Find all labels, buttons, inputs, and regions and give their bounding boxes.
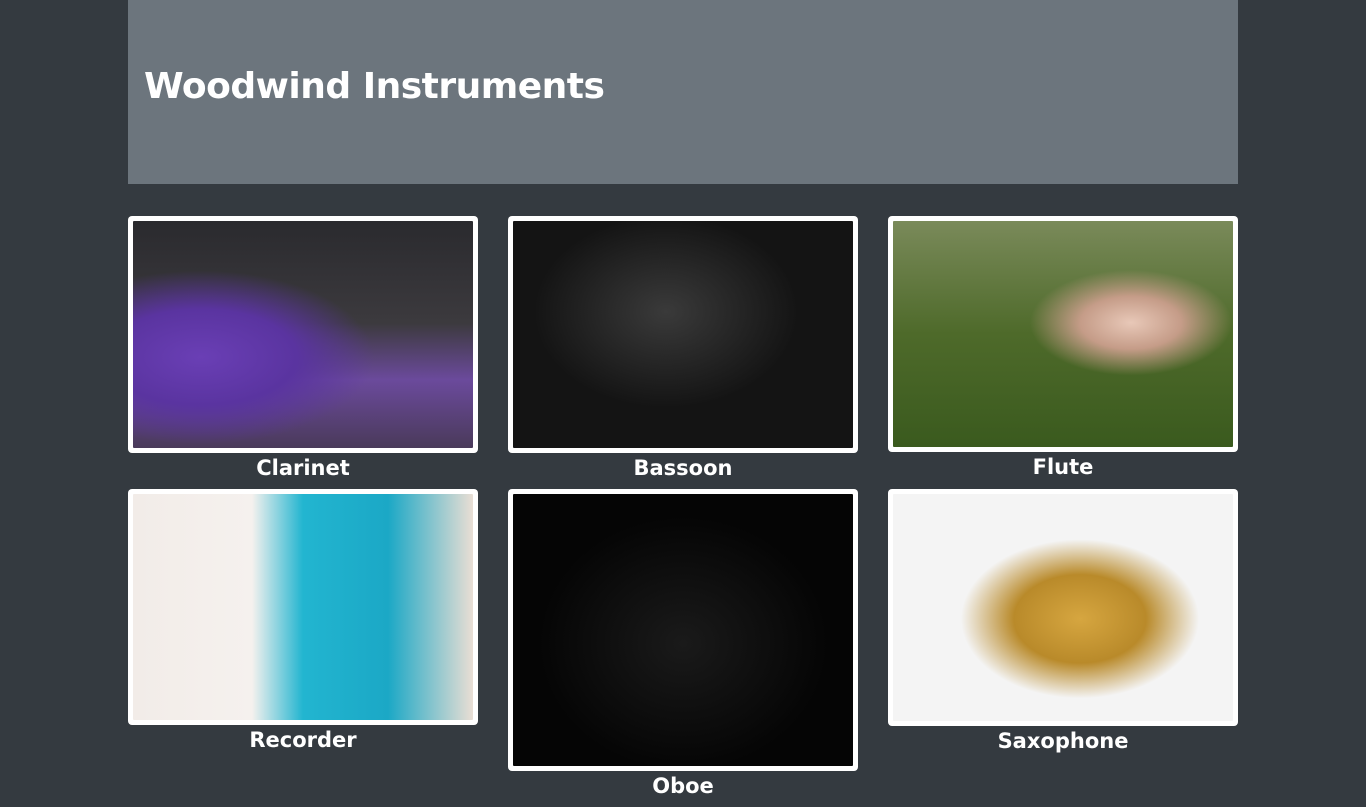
instrument-caption: Saxophone: [997, 729, 1129, 753]
page-title: Woodwind Instruments: [144, 66, 605, 107]
page-header: Woodwind Instruments: [128, 0, 1238, 184]
image-frame: [128, 216, 478, 453]
instrument-card-clarinet[interactable]: Clarinet: [128, 216, 478, 480]
recorder-image[interactable]: [133, 494, 473, 720]
image-frame: [508, 216, 858, 453]
bassoon-image[interactable]: [513, 221, 853, 448]
flute-image[interactable]: [893, 221, 1233, 447]
instrument-card-saxophone[interactable]: Saxophone: [888, 489, 1238, 753]
saxophone-image[interactable]: [893, 494, 1233, 721]
instrument-card-flute[interactable]: Flute: [888, 216, 1238, 479]
instrument-caption: Oboe: [652, 774, 714, 798]
clarinet-image[interactable]: [133, 221, 473, 448]
image-frame: [508, 489, 858, 771]
oboe-image[interactable]: [513, 494, 853, 766]
image-frame: [888, 216, 1238, 452]
instrument-card-oboe[interactable]: Oboe: [508, 489, 858, 798]
image-frame: [128, 489, 478, 725]
instrument-caption: Recorder: [249, 728, 357, 752]
instrument-caption: Flute: [1032, 455, 1094, 479]
instrument-card-recorder[interactable]: Recorder: [128, 489, 478, 752]
image-frame: [888, 489, 1238, 726]
instrument-caption: Clarinet: [256, 456, 350, 480]
instrument-caption: Bassoon: [633, 456, 733, 480]
instrument-card-bassoon[interactable]: Bassoon: [508, 216, 858, 480]
